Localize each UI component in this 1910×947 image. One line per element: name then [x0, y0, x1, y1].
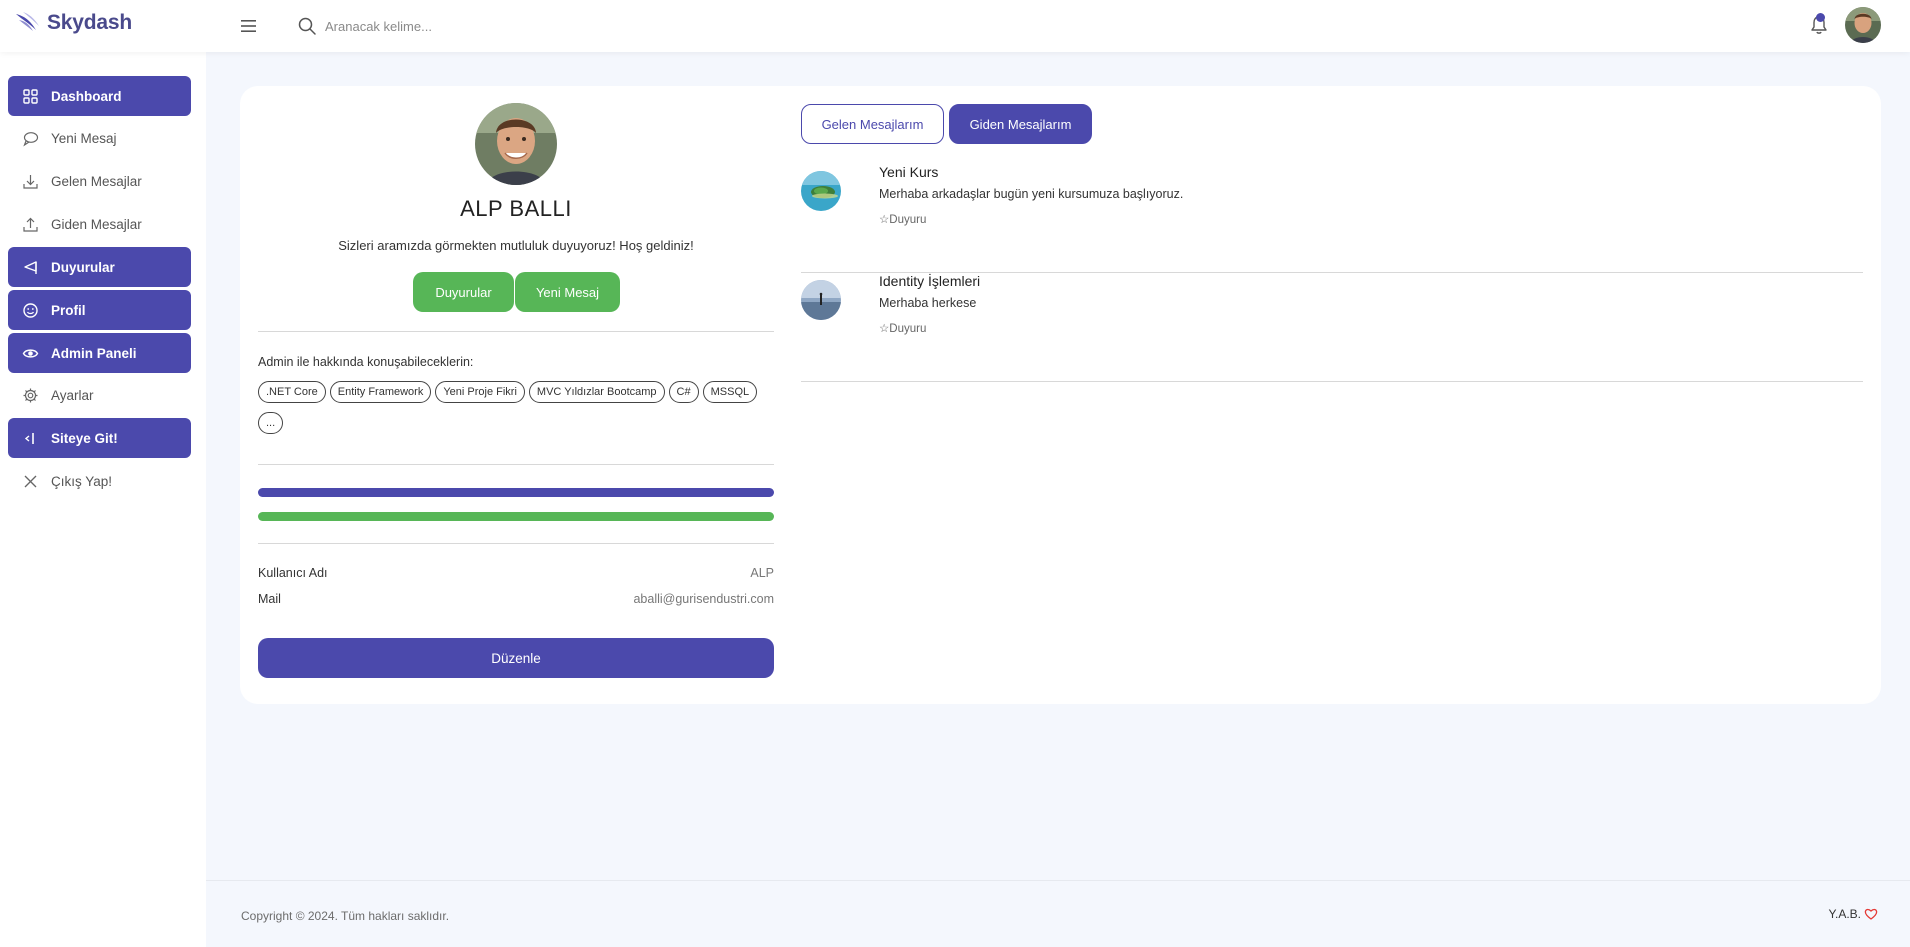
- sidebar-item-inbox[interactable]: Gelen Mesajlar: [8, 161, 191, 201]
- info-key: Kullanıcı Adı: [258, 566, 328, 580]
- announcement-icon: [24, 260, 37, 274]
- sidebar-item-settings[interactable]: Ayarlar: [8, 375, 191, 415]
- message-tag: ☆Duyuru: [879, 323, 927, 335]
- grid-icon: [23, 88, 38, 104]
- user-avatar[interactable]: [1845, 7, 1881, 43]
- message-thumbnail: [801, 280, 841, 320]
- topic-tag[interactable]: C#: [668, 381, 699, 403]
- message-tag: ☆Duyuru: [879, 214, 927, 226]
- sidebar-item-label: Siteye Git!: [51, 430, 118, 446]
- sidebar-item-logout[interactable]: Çıkış Yap!: [8, 461, 191, 501]
- top-navbar: Skydash: [0, 0, 1910, 52]
- info-value: ALP: [750, 566, 774, 580]
- sidebar-item-announcements[interactable]: Duyurular: [8, 247, 191, 287]
- sidebar-item-label: Profil: [51, 302, 86, 318]
- divider: [258, 464, 774, 465]
- profile-avatar: [475, 103, 557, 185]
- notification-badge: [1816, 13, 1825, 22]
- message-title: Identity İşlemleri: [879, 273, 981, 289]
- sidebar-item-admin-panel[interactable]: Admin Paneli: [8, 333, 191, 373]
- brand-logo[interactable]: Skydash: [14, 8, 132, 38]
- sidebar-item-new-message[interactable]: Yeni Mesaj: [8, 118, 191, 158]
- message-item[interactable]: Yeni Kurs Merhaba arkadaşlar bugün yeni …: [801, 164, 1863, 273]
- sidebar-item-profile[interactable]: Profil: [8, 290, 191, 330]
- copyright-text: Copyright © 2024. Tüm hakları saklıdır.: [241, 909, 450, 923]
- profile-actions: Duyurular Yeni Mesaj: [413, 272, 620, 312]
- sidebar: Dashboard Yeni Mesaj Gelen Mesajlar Gide…: [0, 52, 206, 947]
- topic-tag[interactable]: Entity Framework: [329, 381, 432, 403]
- hamburger-menu-icon[interactable]: [240, 17, 258, 35]
- gear-icon: [23, 388, 38, 402]
- topic-tag[interactable]: .NET Core: [258, 381, 326, 403]
- info-value: aballi@gurisendustri.com: [633, 592, 774, 606]
- message-item[interactable]: Identity İşlemleri Merhaba herkese ☆Duyu…: [801, 273, 1863, 382]
- tab-sent[interactable]: Giden Mesajlarım: [949, 104, 1092, 144]
- search-input[interactable]: [325, 13, 725, 39]
- info-row-username: Kullanıcı Adı ALP: [258, 566, 774, 580]
- topic-tag[interactable]: Yeni Proje Fikri: [435, 381, 525, 403]
- upload-icon: [23, 217, 38, 232]
- topics-label: Admin ile hakkında konuşabileceklerin:: [258, 355, 474, 369]
- message-body: Merhaba herkese: [879, 296, 977, 310]
- search-icon: [298, 17, 316, 35]
- sidebar-item-go-to-site[interactable]: Siteye Git!: [8, 418, 191, 458]
- heart-icon: [1864, 908, 1878, 920]
- progress-fill-primary: [258, 488, 774, 497]
- sidebar-item-outbox[interactable]: Giden Mesajlar: [8, 204, 191, 244]
- sidebar-item-dashboard[interactable]: Dashboard: [8, 76, 191, 116]
- progress-bar-primary: [258, 488, 774, 497]
- smile-icon: [23, 302, 38, 318]
- download-icon: [23, 174, 38, 189]
- topic-tag[interactable]: MVC Yıldızlar Bootcamp: [528, 381, 665, 403]
- sidebar-item-label: Dashboard: [51, 88, 122, 104]
- brand-name: Skydash: [47, 11, 132, 34]
- tab-inbox[interactable]: Gelen Mesajlarım: [801, 104, 944, 144]
- progress-bar-success: [258, 512, 774, 521]
- announcements-button[interactable]: Duyurular: [413, 272, 514, 312]
- new-message-button[interactable]: Yeni Mesaj: [515, 272, 620, 312]
- close-icon: [24, 475, 37, 487]
- message-thumbnail: [801, 171, 841, 211]
- profile-name: ALP BALLI: [460, 196, 572, 221]
- topic-tag[interactable]: MSSQL: [702, 381, 758, 403]
- edit-profile-button[interactable]: Düzenle: [258, 638, 774, 678]
- sidebar-item-label: Yeni Mesaj: [51, 130, 117, 146]
- sidebar-item-label: Çıkış Yap!: [51, 473, 113, 489]
- footer-signature: Y.A.B.: [1829, 907, 1878, 921]
- divider: [258, 331, 774, 332]
- message-title: Yeni Kurs: [879, 164, 939, 180]
- sidebar-item-label: Gelen Mesajlar: [51, 173, 142, 189]
- eye-icon: [22, 348, 39, 358]
- profile-card: ALP BALLI Sizleri aramızda görmekten mut…: [240, 86, 1881, 704]
- message-body: Merhaba arkadaşlar bugün yeni kursumuza …: [879, 187, 1184, 201]
- sidebar-item-label: Duyurular: [51, 259, 115, 275]
- info-row-mail: Mail aballi@gurisendustri.com: [258, 592, 774, 606]
- progress-fill-success: [258, 512, 774, 521]
- bird-logo-icon: [16, 12, 39, 31]
- info-key: Mail: [258, 592, 281, 606]
- sidebar-item-label: Ayarlar: [51, 387, 94, 403]
- welcome-text: Sizleri aramızda görmekten mutluluk duyu…: [338, 238, 694, 253]
- sidebar-item-label: Admin Paneli: [51, 345, 137, 361]
- divider: [258, 543, 774, 544]
- footer: Copyright © 2024. Tüm hakları saklıdır. …: [206, 880, 1910, 947]
- exit-arrow-icon: [24, 432, 34, 444]
- signature-text: Y.A.B.: [1828, 907, 1861, 921]
- topic-tags: .NET Core Entity Framework Yeni Proje Fi…: [258, 381, 774, 434]
- topic-tag-more[interactable]: ...: [258, 412, 284, 434]
- sidebar-item-label: Giden Mesajlar: [51, 216, 142, 232]
- message-icon: [23, 131, 39, 147]
